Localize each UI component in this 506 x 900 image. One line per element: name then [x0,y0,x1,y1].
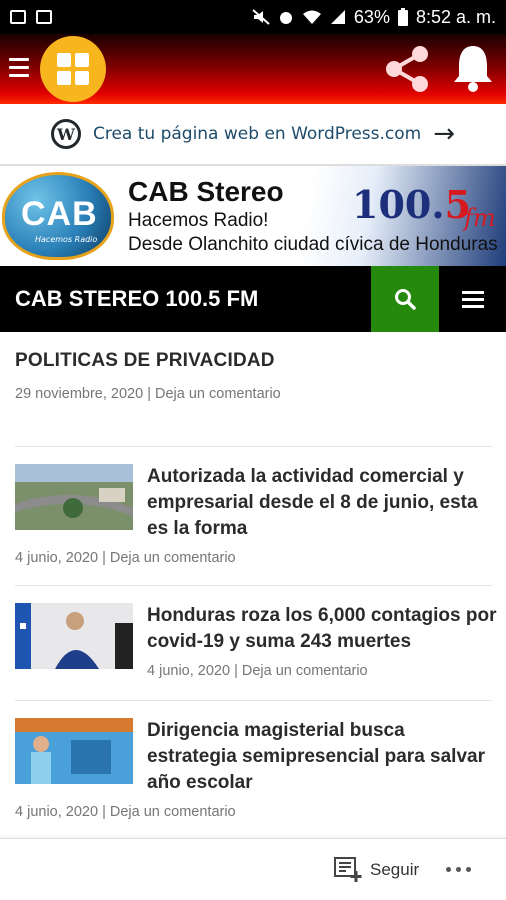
follow-icon [334,857,362,882]
list-item: Honduras roza los 6,000 contagios por co… [15,603,496,693]
article-date[interactable]: 4 junio, 2020 [15,804,98,820]
status-indicators: 63% 8:52 a. m. [252,7,496,28]
clock: 8:52 a. m. [415,6,496,27]
list-item: Autorizada la actividad comercial y empr… [15,464,492,579]
divider [15,700,492,701]
comment-link[interactable]: Deja un comentario [110,804,236,820]
site-navbar: CAB STEREO 100.5 FM [0,266,506,332]
banner-title: CAB Stereo [128,176,284,207]
page-post: POLITICAS DE PRIVACIDAD 29 noviembre, 20… [15,350,491,402]
battery-icon [397,8,408,26]
search-button[interactable] [371,266,439,332]
wordpress-icon: W [50,119,81,149]
banner-tagline: Hacemos Radio! [128,210,269,231]
comment-link[interactable]: Deja un comentario [155,386,281,402]
banner-location: Desde Olanchito ciudad cívica de Hondura… [128,234,498,255]
grid-logo-icon[interactable] [40,36,106,102]
wordpress-promo-text: Crea tu página web en WordPress.com [92,124,422,144]
follow-button[interactable]: Seguir [334,857,419,883]
alarm-icon [279,12,292,24]
follow-bar: Seguir [0,838,506,900]
menu-icon[interactable] [439,266,506,332]
more-icon[interactable] [446,867,471,872]
cab-stereo-banner[interactable]: CAB Hacemos Radio CAB Stereo Hacemos Rad… [0,166,506,266]
article-thumbnail[interactable] [15,464,133,530]
arrow-right-icon: → [433,119,456,149]
post-meta: 29 noviembre, 2020 | Deja un comentario [15,386,281,402]
search-icon [395,289,416,310]
mute-icon [252,9,270,25]
article-date[interactable]: 4 junio, 2020 [147,663,230,679]
comment-link[interactable]: Deja un comentario [242,663,368,679]
banner-fm: fm [464,204,496,232]
bell-icon[interactable] [450,42,496,92]
site-title[interactable]: CAB STEREO 100.5 FM [15,286,258,312]
article-meta: 4 junio, 2020 | Deja un comentario [147,663,368,679]
article-meta: 4 junio, 2020 | Deja un comentario [15,550,236,566]
article-meta: 4 junio, 2020 | Deja un comentario [15,804,236,820]
status-notifications [10,10,52,24]
article-title[interactable]: Dirigencia magisterial busca estrategia … [147,718,497,796]
banner-frequency: 100.5 [352,182,472,227]
image-notification-icon [10,10,26,24]
signal-icon [330,10,345,24]
article-thumbnail[interactable] [15,603,133,669]
post-date[interactable]: 29 noviembre, 2020 [15,386,143,402]
page-post-title[interactable]: POLITICAS DE PRIVACIDAD [15,350,491,372]
article-thumbnail[interactable] [15,718,133,784]
article-date[interactable]: 4 junio, 2020 [15,550,98,566]
share-icon[interactable] [382,44,432,94]
divider [15,446,492,447]
list-item: Dirigencia magisterial busca estrategia … [15,718,492,833]
status-bar: 63% 8:52 a. m. [0,0,506,34]
wifi-icon [302,10,321,24]
gallery-notification-icon [36,10,52,24]
battery-percent: 63% [353,6,390,27]
hamburger-icon[interactable] [9,58,29,78]
cab-logo: CAB Hacemos Radio [2,172,114,260]
comment-link[interactable]: Deja un comentario [110,550,236,566]
wordpress-promo-banner[interactable]: W Crea tu página web en WordPress.com → [0,104,506,166]
follow-label: Seguir [370,860,420,879]
article-title[interactable]: Honduras roza los 6,000 contagios por co… [147,603,497,655]
article-title[interactable]: Autorizada la actividad comercial y empr… [147,464,497,542]
app-header [0,34,506,104]
divider [15,585,492,586]
